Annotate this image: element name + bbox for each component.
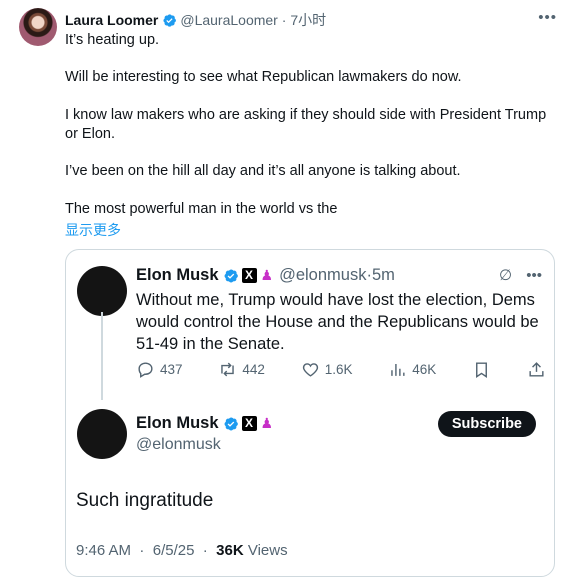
separator: · [135,542,149,559]
tweet-body: It’s heating up. Will be interesting to … [65,31,555,219]
bookmark-icon [476,362,488,378]
quoted-top-actions: ∅ ••• [499,266,542,284]
quoted-text: Without me, Trump would have lost the el… [136,291,539,353]
reply-meta: 9:46 AM · 6/5/25 · 36K Views [76,542,288,559]
share-button[interactable] [527,360,546,379]
tweet-paragraph: Will be interesting to see what Republic… [65,69,462,85]
quoted-stats-bar: 437 442 1.6K 46K [136,360,546,379]
grok-icon[interactable]: ∅ [499,267,512,284]
tweet-paragraph: I know law makers who are asking if they… [65,107,547,142]
thread-line [101,312,103,400]
reply-time[interactable]: 9:46 AM [76,542,131,559]
tweet-paragraph: I’ve been on the hill all day and it’s a… [65,163,461,179]
quoted-thread-card[interactable]: Elon Musk X ♟ @elonmusk · 5m ∅ ••• Witho… [65,249,555,577]
separator: · [198,542,212,559]
quoted-header: Elon Musk X ♟ @elonmusk · 5m [136,266,395,285]
reply-count: 437 [160,362,183,377]
verified-icon [224,268,238,283]
like-button[interactable]: 1.6K [301,360,353,379]
author-handle[interactable]: @LauraLoomer [180,12,278,28]
reply-button[interactable]: 437 [136,360,183,379]
repost-icon [221,362,235,377]
like-icon [302,363,318,377]
tweet-paragraph: The most powerful man in the world vs th… [65,201,338,217]
reply-handle[interactable]: @elonmusk [136,436,221,454]
reply-author-name[interactable]: Elon Musk [136,414,219,433]
reply-text: Such ingratitude [76,490,214,511]
reply-icon [138,362,153,378]
views-icon [391,363,405,376]
separator: · [277,12,291,28]
group-icon: ♟ [260,267,274,283]
quoted-avatar[interactable] [77,266,127,316]
more-icon[interactable]: ••• [538,9,557,26]
tweet-header: Laura Loomer @LauraLoomer · 7小时 [65,10,326,30]
verified-icon [224,416,238,431]
verified-icon [163,13,177,27]
repost-button[interactable]: 442 [218,360,265,379]
reply-date[interactable]: 6/5/25 [153,542,195,559]
share-icon [529,362,544,377]
x-badge-icon: X [241,268,257,283]
quoted-author-name[interactable]: Elon Musk [136,266,219,285]
author-name[interactable]: Laura Loomer [65,12,158,28]
reply-views-count: 36K [216,542,244,559]
bookmark-button[interactable] [472,360,491,379]
reply-header: Elon Musk X ♟ [136,414,279,433]
group-icon: ♟ [260,415,274,431]
tweet-time[interactable]: 7小时 [290,10,326,30]
x-badge-icon: X [241,416,257,431]
reply-avatar[interactable] [77,409,127,459]
views-count: 46K [412,362,437,377]
subscribe-button[interactable]: Subscribe [437,411,536,437]
more-icon[interactable]: ••• [526,267,542,284]
show-more-link[interactable]: 显示更多 [65,220,121,240]
author-avatar[interactable] [19,8,57,46]
quoted-handle[interactable]: @elonmusk [279,266,366,285]
quoted-time[interactable]: 5m [372,266,395,285]
repost-count: 442 [242,362,265,377]
like-count: 1.6K [324,362,353,377]
tweet-card: Laura Loomer @LauraLoomer · 7小时 ••• It’s… [0,0,574,578]
tweet-paragraph: It’s heating up. [65,32,160,48]
views-button[interactable]: 46K [388,360,436,379]
reply-views-label: Views [247,542,288,559]
